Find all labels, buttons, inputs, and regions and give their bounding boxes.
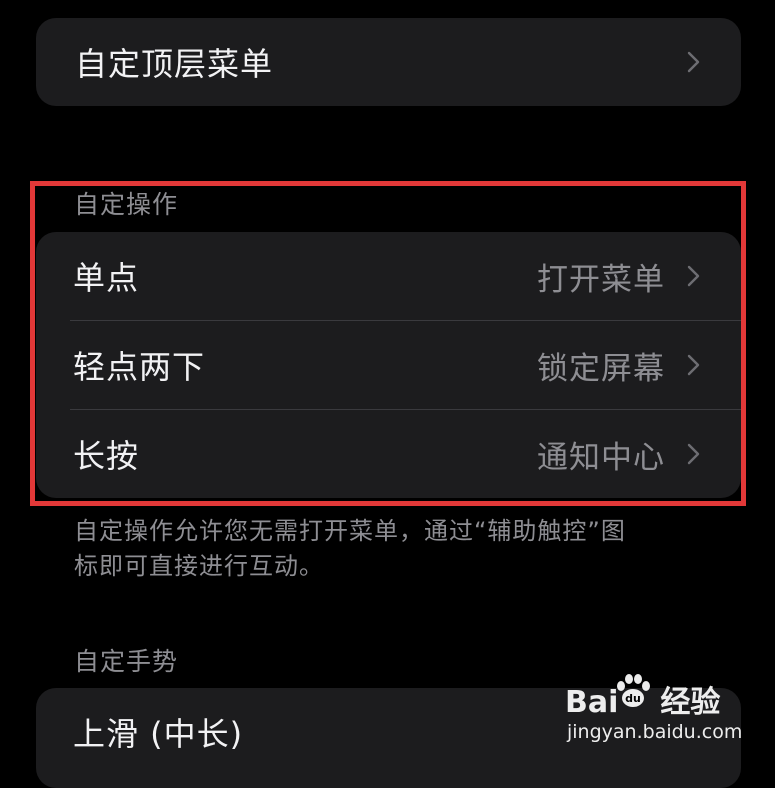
chevron-right-icon	[687, 51, 700, 73]
watermark-site: jingyan.baidu.com	[567, 721, 743, 743]
baidu-jingyan-watermark: Bai 经验 du jingyan.baidu.com	[565, 671, 742, 759]
single-tap-row[interactable]: 单点 打开菜单	[36, 232, 741, 320]
top-menu-group: 自定顶层菜单	[36, 18, 741, 106]
assistive-touch-settings-screen: { "top_menu": { "label": "自定顶层菜单" }, "cu…	[0, 0, 775, 788]
single-tap-value: 打开菜单	[537, 261, 665, 298]
double-tap-row[interactable]: 轻点两下 锁定屏幕	[36, 321, 741, 409]
long-press-row[interactable]: 长按 通知中心	[36, 410, 741, 498]
top-menu-row[interactable]: 自定顶层菜单	[36, 18, 741, 106]
custom-gestures-header: 自定手势	[74, 647, 179, 676]
custom-actions-header: 自定操作	[74, 190, 179, 219]
single-tap-label: 单点	[73, 259, 140, 297]
long-press-label: 长按	[73, 437, 140, 475]
double-tap-value: 锁定屏幕	[537, 350, 665, 387]
chevron-right-icon	[687, 265, 700, 287]
top-menu-label: 自定顶层菜单	[75, 45, 274, 83]
swipe-up-medium-label: 上滑 (中长)	[73, 715, 244, 753]
svg-text:du: du	[625, 692, 641, 705]
double-tap-label: 轻点两下	[73, 348, 206, 386]
chevron-right-icon	[687, 443, 700, 465]
footer-line-1: 自定操作允许您无需打开菜单，通过“辅助触控”图	[74, 517, 626, 545]
paw-logo-icon: du	[617, 674, 650, 707]
chevron-right-icon	[687, 354, 700, 376]
custom-actions-footer: 自定操作允许您无需打开菜单，通过“辅助触控”图 标即可直接进行互动。	[74, 514, 714, 584]
long-press-value: 通知中心	[537, 439, 665, 476]
footer-line-2: 标即可直接进行互动。	[74, 552, 324, 580]
custom-actions-group: 单点 打开菜单 轻点两下 锁定屏幕 长按 通知中心	[36, 232, 741, 498]
